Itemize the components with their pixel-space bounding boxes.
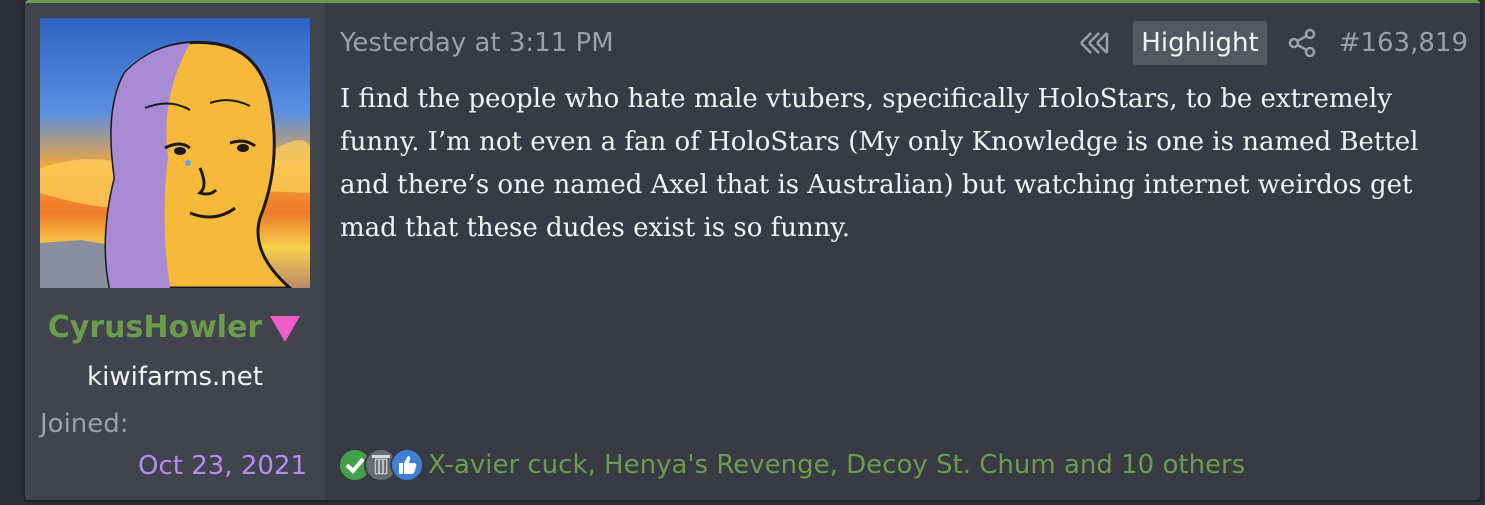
post-message: I find the people who hate male vtubers,… <box>340 84 1419 243</box>
user-title: kiwifarms.net <box>87 362 263 392</box>
highlight-button[interactable]: Highlight <box>1133 21 1267 65</box>
username-link[interactable]: CyrusHowler <box>48 310 262 345</box>
pink-triangle-icon <box>270 315 301 342</box>
joined-label: Joined: <box>40 409 129 439</box>
post-timestamp[interactable]: Yesterday at 3:11 PM <box>340 25 614 61</box>
user-info-column: CyrusHowler kiwifarms.net Joined: Oct 23… <box>25 3 325 500</box>
share-icon[interactable] <box>1287 28 1317 58</box>
post-container: CyrusHowler kiwifarms.net Joined: Oct 23… <box>25 0 1480 500</box>
joined-date: Oct 23, 2021 <box>138 451 307 481</box>
reaction-icons[interactable] <box>338 446 428 484</box>
username-row: CyrusHowler <box>25 308 325 348</box>
post-actions: Highlight #163,819 <box>1077 21 1468 65</box>
reactors-list[interactable]: X-avier cuck, Henya's Revenge, Decoy St.… <box>428 445 1245 485</box>
rewind-icon[interactable] <box>1077 28 1111 58</box>
post-meta-bar: Yesterday at 3:11 PM Highlight #163,819 <box>340 21 1468 65</box>
post-number-link[interactable]: #163,819 <box>1339 25 1468 61</box>
like-thumb-icon <box>390 448 424 482</box>
reactions-bar: X-avier cuck, Henya's Revenge, Decoy St.… <box>338 443 1245 487</box>
avatar[interactable] <box>40 18 310 288</box>
